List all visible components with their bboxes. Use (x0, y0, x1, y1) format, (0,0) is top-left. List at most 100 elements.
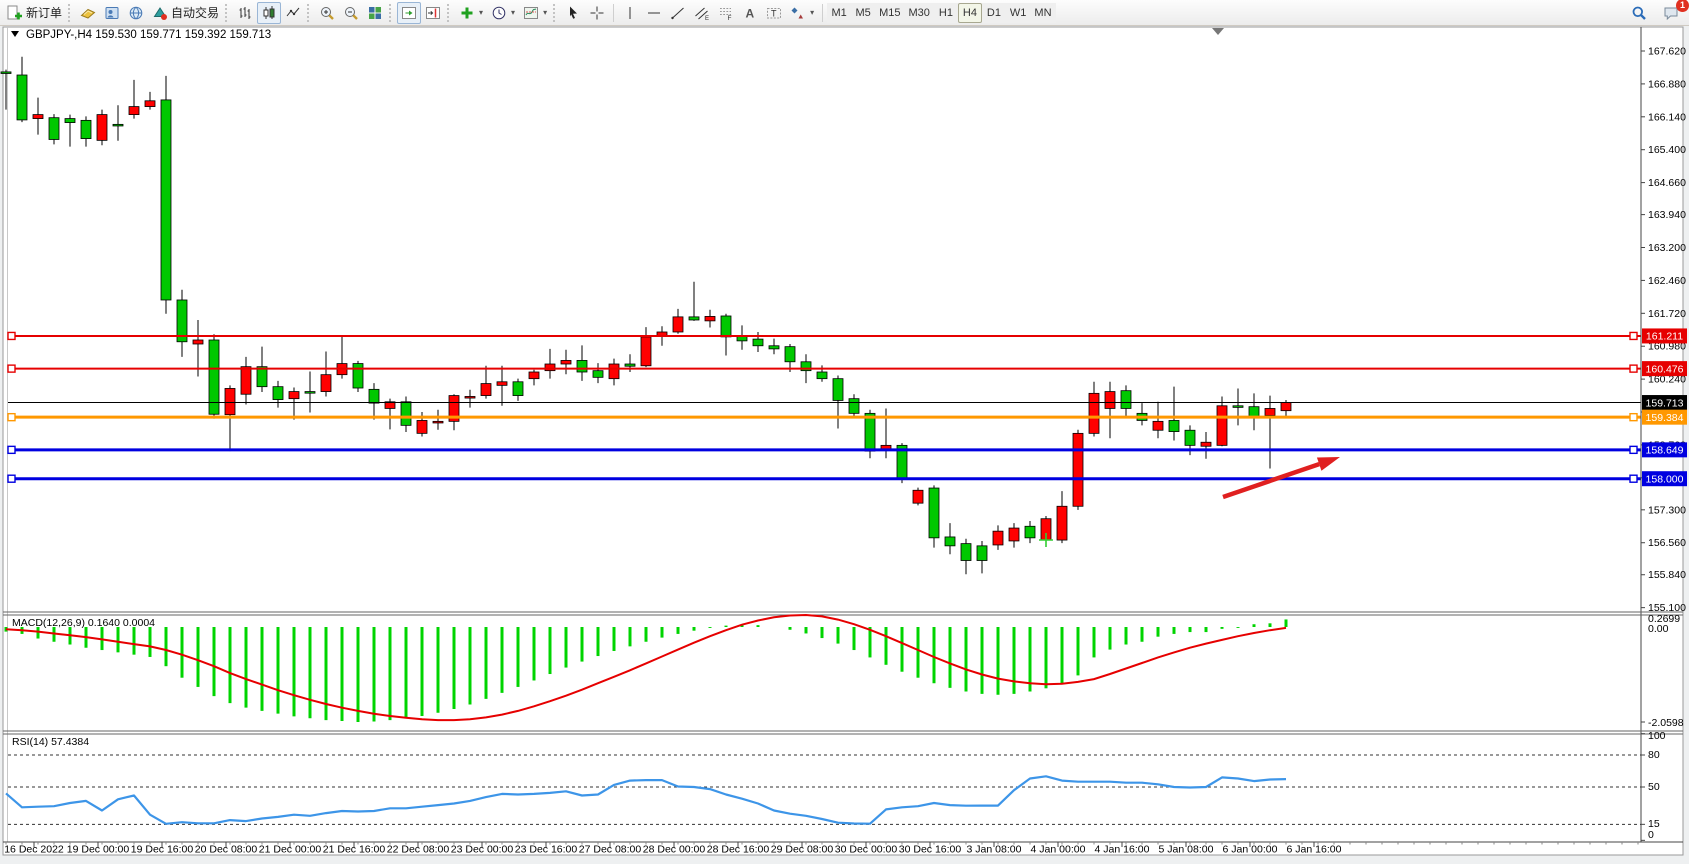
candlestick-chart-button[interactable] (257, 2, 281, 24)
line-end-marker[interactable] (1630, 475, 1637, 482)
timeframe-h1-button[interactable]: H1 (934, 3, 958, 23)
template-icon (523, 5, 539, 21)
bar-chart-button[interactable] (233, 2, 257, 24)
data-window-button[interactable] (100, 2, 124, 24)
fibonacci-button[interactable]: F (714, 2, 738, 24)
line-end-marker[interactable] (1630, 414, 1637, 421)
trendline-button[interactable] (666, 2, 690, 24)
candle-body (849, 399, 859, 414)
candle-body (577, 360, 587, 372)
chart-shift-icon (425, 5, 441, 21)
line-end-marker[interactable] (8, 446, 15, 453)
new-order-button[interactable]: 新订单 (3, 2, 66, 24)
candle-body (33, 115, 43, 119)
timeframe-h4-button[interactable]: H4 (958, 3, 982, 23)
candle-body (369, 389, 379, 403)
price-badge-label: 159.713 (1646, 397, 1684, 409)
macd-axis-min: -2.0598 (1648, 717, 1684, 729)
navigator-button[interactable] (124, 2, 148, 24)
candle-body (1009, 528, 1019, 541)
line-end-marker[interactable] (8, 365, 15, 372)
candle-body (465, 396, 475, 398)
time-tick-label: 6 Jan 16:00 (1287, 844, 1342, 856)
timeframe-m30-button[interactable]: M30 (905, 3, 934, 23)
crosshair-button[interactable] (585, 2, 609, 24)
zoom-out-button[interactable] (339, 2, 363, 24)
candle-body (769, 346, 779, 349)
svg-text:F: F (728, 15, 732, 21)
candle-body (513, 382, 523, 396)
timeframe-d1-button[interactable]: D1 (982, 3, 1006, 23)
timeframe-m15-button[interactable]: M15 (875, 3, 904, 23)
candle-body (497, 382, 507, 386)
autotrade-button[interactable]: 自动交易 (148, 2, 223, 24)
cursor-button[interactable] (561, 2, 585, 24)
templates-button[interactable]: ▾ (519, 2, 551, 24)
search-button[interactable] (1627, 2, 1651, 24)
autotrade-label: 自动交易 (171, 4, 219, 21)
data-window-icon (104, 5, 120, 21)
price-tick-label: 163.200 (1648, 242, 1686, 254)
time-tick-label: 21 Dec 16:00 (323, 844, 386, 856)
notifications-button[interactable]: 1 (1659, 2, 1683, 24)
candle-body (289, 392, 299, 399)
line-end-marker[interactable] (1630, 332, 1637, 339)
autotrade-icon (152, 5, 168, 21)
time-tick-label: 28 Dec 00:00 (643, 844, 706, 856)
text-label-icon: T (766, 5, 782, 21)
text-button[interactable]: A (738, 2, 762, 24)
bar-chart-icon (237, 5, 253, 21)
price-tick-label: 164.660 (1648, 177, 1686, 189)
toolbar-separator (307, 4, 313, 22)
candle-body (689, 317, 699, 320)
chart-canvas[interactable]: GBPJPY-,H4 159.530 159.771 159.392 159.7… (0, 0, 1689, 856)
line-end-marker[interactable] (1630, 365, 1637, 372)
toolbar-separator (553, 4, 559, 22)
timeframe-m5-button[interactable]: M5 (851, 3, 875, 23)
market-watch-button[interactable] (76, 2, 100, 24)
new-order-label: 新订单 (26, 4, 62, 21)
candle-body (1233, 406, 1243, 408)
dropdown-arrow-icon: ▾ (543, 8, 547, 17)
candle-body (625, 364, 635, 366)
time-tick-label: 28 Dec 16:00 (707, 844, 770, 856)
candle-body (977, 546, 987, 561)
timeframe-mn-button[interactable]: MN (1030, 3, 1055, 23)
time-tick-label: 23 Dec 16:00 (515, 844, 578, 856)
horizontal-line-button[interactable] (642, 2, 666, 24)
tile-windows-button[interactable] (363, 2, 387, 24)
rsi-axis-label: 50 (1648, 781, 1660, 793)
vertical-line-button[interactable] (618, 2, 642, 24)
timeframe-w1-button[interactable]: W1 (1006, 3, 1031, 23)
dropdown-arrow-icon: ▾ (479, 8, 483, 17)
line-end-marker[interactable] (1630, 446, 1637, 453)
line-end-marker[interactable] (8, 475, 15, 482)
indicators-button[interactable]: ▾ (455, 2, 487, 24)
candle-body (833, 379, 843, 401)
chart-shift-button[interactable] (421, 2, 445, 24)
candle-body (1073, 433, 1083, 506)
price-tick-label: 163.940 (1648, 209, 1686, 221)
candle-body (17, 75, 27, 120)
time-tick-label: 3 Jan 08:00 (967, 844, 1022, 856)
line-chart-button[interactable] (281, 2, 305, 24)
periods-button[interactable]: ▾ (487, 2, 519, 24)
auto-scroll-button[interactable] (397, 2, 421, 24)
toolbar-separator (447, 4, 453, 22)
trendline-icon (670, 5, 686, 21)
line-end-marker[interactable] (8, 414, 15, 421)
line-end-marker[interactable] (8, 332, 15, 339)
channel-button[interactable]: E (690, 2, 714, 24)
svg-text:E: E (705, 16, 709, 21)
candle-body (65, 119, 75, 123)
clock-icon (491, 5, 507, 21)
candle-body (1185, 430, 1195, 445)
market-watch-icon (80, 5, 96, 21)
candle-body (1169, 420, 1179, 431)
shapes-arrows-button[interactable]: ▾ (786, 2, 818, 24)
candle-body (433, 421, 443, 423)
text-label-button[interactable]: T (762, 2, 786, 24)
candle-body (1217, 406, 1227, 446)
timeframe-m1-button[interactable]: M1 (827, 3, 851, 23)
zoom-in-button[interactable] (315, 2, 339, 24)
